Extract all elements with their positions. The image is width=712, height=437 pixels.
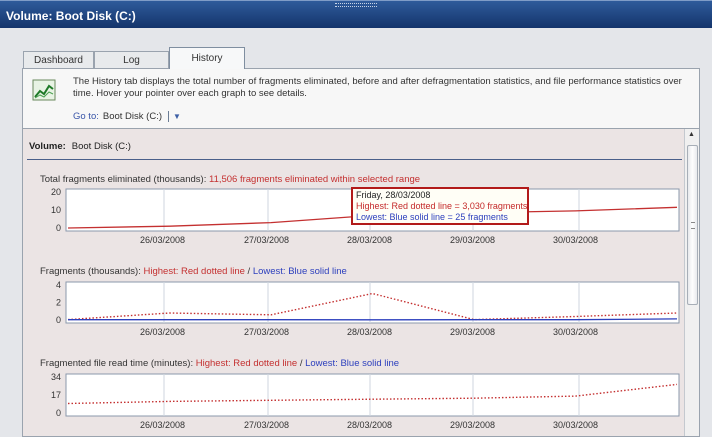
graph2-xtick-label: 26/03/2008 — [140, 327, 185, 337]
window-title: Volume: Boot Disk (C:) — [6, 9, 136, 23]
graph2-xtick-label: 29/03/2008 — [450, 327, 495, 337]
graph2-xtick-label: 28/03/2008 — [347, 327, 392, 337]
graph3-ytick-label: 0 — [56, 408, 61, 418]
goto-separator — [168, 111, 169, 122]
goto-selector[interactable]: Go to: Boot Disk (C:) ▼ — [73, 111, 181, 122]
info-description: The History tab displays the total numbe… — [73, 76, 682, 99]
graph2-ytick-label: 0 — [56, 315, 61, 325]
graph1-xtick-label: 30/03/2008 — [553, 235, 598, 245]
tab-history[interactable]: History — [169, 47, 245, 69]
graph3-ytick-label: 17 — [51, 390, 61, 400]
tooltip-highest: Highest: Red dotted line = 3,030 fragmen… — [356, 201, 528, 211]
scroll-thumb[interactable] — [687, 145, 698, 305]
graph1-xtick-label: 28/03/2008 — [347, 235, 392, 245]
graph1-xtick-label: 26/03/2008 — [140, 235, 185, 245]
graph3-xtick-label: 29/03/2008 — [450, 420, 495, 430]
graph1-ytick-label: 20 — [51, 187, 61, 197]
graph2-xtick-label: 30/03/2008 — [553, 327, 598, 337]
graph-tooltip: Friday, 28/03/2008 Highest: Red dotted l… — [351, 187, 529, 225]
goto-label: Go to: — [73, 111, 99, 122]
vertical-scrollbar[interactable]: ▲ — [684, 129, 699, 436]
info-banner: The History tab displays the total numbe… — [22, 68, 700, 129]
tab-log[interactable]: Log — [94, 51, 169, 68]
graph1-ytick-label: 10 — [51, 205, 61, 215]
graph3-xtick-label: 28/03/2008 — [347, 420, 392, 430]
graph3-ytick-label: 34 — [51, 372, 61, 382]
graph3-xtick-label: 27/03/2008 — [244, 420, 289, 430]
drag-grip[interactable] — [335, 3, 377, 7]
graph1-ytick-label: 0 — [56, 223, 61, 233]
history-graphs[interactable]: 2010026/03/2008 27/03/2008 28/03/2008 29/03… — [23, 129, 685, 437]
history-panel: Volume: Boot Disk (C:) Total fragments e… — [22, 129, 700, 437]
graph1-xtick-label: 27/03/2008 — [244, 235, 289, 245]
tab-dashboard[interactable]: Dashboard — [23, 51, 94, 68]
tooltip-lowest: Lowest: Blue solid line = 25 fragments — [356, 212, 508, 222]
scroll-up-icon[interactable]: ▲ — [688, 131, 695, 138]
graph2-plot — [65, 281, 680, 324]
graph2-ytick-label: 4 — [56, 280, 61, 290]
graph3-xtick-label: 30/03/2008 — [553, 420, 598, 430]
graph1-xtick-label: 29/03/2008 — [450, 235, 495, 245]
goto-value[interactable]: Boot Disk (C:) — [103, 111, 162, 122]
main-frame: Dashboard Log History The History tab di… — [0, 28, 712, 437]
graph3-xtick-label: 26/03/2008 — [140, 420, 185, 430]
graph2-xtick-label: 27/03/2008 — [244, 327, 289, 337]
graph2-ytick-label: 2 — [56, 298, 61, 308]
line-chart-icon — [32, 79, 56, 101]
window-title-bar: Volume: Boot Disk (C:) — [0, 0, 712, 28]
chevron-down-icon[interactable]: ▼ — [173, 112, 181, 121]
tooltip-date: Friday, 28/03/2008 — [356, 190, 431, 200]
